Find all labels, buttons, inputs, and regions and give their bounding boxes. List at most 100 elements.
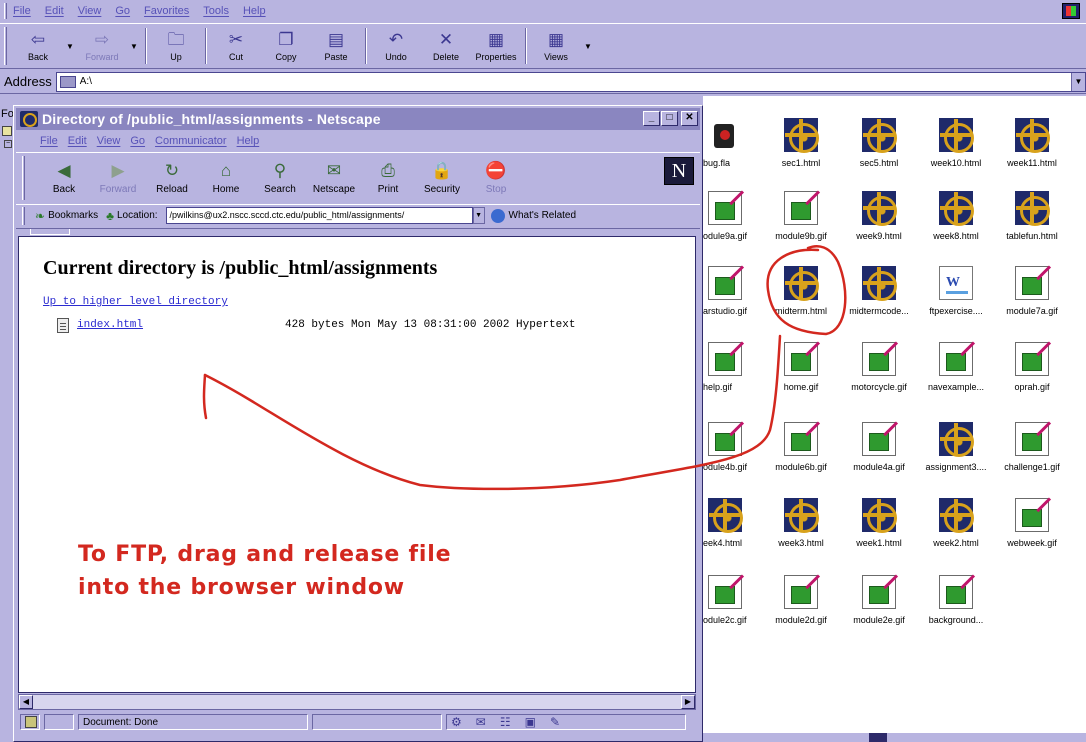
scroll-right-icon[interactable]: ▶ [681, 695, 695, 709]
explorer-menu-help[interactable]: Help [243, 5, 266, 17]
back-button[interactable]: ⇦ Back [13, 25, 63, 67]
netscape-menu-view[interactable]: View [97, 135, 121, 147]
file-item[interactable]: help.gif [703, 334, 761, 404]
chevron-down-icon[interactable]: ▼ [472, 207, 485, 224]
address-input[interactable]: A:\ ▼ [55, 71, 1086, 92]
ns-home-button[interactable]: ⌂ Home [199, 156, 253, 200]
file-item[interactable]: home.gif [765, 334, 837, 404]
explorer-menu-go[interactable]: Go [115, 5, 130, 17]
desktop-icon[interactable] [2, 126, 12, 136]
file-link[interactable]: index.html [77, 319, 285, 331]
file-item[interactable]: oprah.gif [996, 334, 1068, 404]
explorer-menu-tools[interactable]: Tools [203, 5, 229, 17]
file-item[interactable]: webweek.gif [996, 490, 1068, 560]
explorer-menu-view[interactable]: View [78, 5, 102, 17]
paste-button[interactable]: ▤ Paste [311, 25, 361, 67]
toolbar-grip[interactable] [22, 206, 25, 225]
views-button[interactable]: ▦ Views [531, 25, 581, 67]
explorer-menu-edit[interactable]: Edit [45, 5, 64, 17]
ns-security-button[interactable]: 🔒 Security [415, 156, 469, 200]
delete-button[interactable]: ✕ Delete [421, 25, 471, 67]
minimize-button[interactable]: _ [643, 111, 660, 126]
file-item[interactable]: tablefun.html [996, 183, 1068, 253]
file-item[interactable]: midtermcode... [843, 258, 915, 328]
scroll-left-icon[interactable]: ◀ [19, 695, 33, 709]
netscape-menu-communicator[interactable]: Communicator [155, 135, 227, 147]
file-item[interactable]: midterm.html [765, 258, 837, 328]
file-item[interactable]: sec1.html [765, 110, 837, 180]
file-item[interactable]: week9.html [843, 183, 915, 253]
ns-search-button[interactable]: ⚲ Search [253, 156, 307, 200]
ns-netscape-button[interactable]: ✉ Netscape [307, 156, 361, 200]
chevron-down-icon[interactable]: ▼ [1071, 72, 1085, 91]
ns-forward-button[interactable]: ▶ Forward [91, 156, 145, 200]
file-item[interactable]: week1.html [843, 490, 915, 560]
file-item[interactable]: sec5.html [843, 110, 915, 180]
copy-button[interactable]: ❐ Copy [261, 25, 311, 67]
file-item[interactable]: module7a.gif [996, 258, 1068, 328]
undo-button[interactable]: ↶ Undo [371, 25, 421, 67]
file-item[interactable]: eek4.html [703, 490, 761, 560]
netscape-menu-help[interactable]: Help [237, 135, 260, 147]
composer-icon[interactable]: ✎ [550, 715, 560, 729]
menubar-grip[interactable] [4, 3, 7, 19]
file-item[interactable]: module2e.gif [843, 567, 915, 637]
horizontal-scrollbar[interactable]: ◀ ▶ [18, 694, 696, 710]
close-button[interactable]: ✕ [681, 111, 698, 126]
file-item[interactable]: navexample... [920, 334, 992, 404]
toolbar-grip[interactable] [4, 27, 7, 65]
file-item[interactable]: background... [920, 567, 992, 637]
netscape-menu-edit[interactable]: Edit [68, 135, 87, 147]
explorer-menu-file[interactable]: File [13, 5, 31, 17]
file-item[interactable]: module4a.gif [843, 414, 915, 484]
file-item[interactable]: bug.fla [703, 110, 761, 180]
ns-stop-button[interactable]: ⛔ Stop [469, 156, 523, 200]
ns-reload-button[interactable]: ↻ Reload [145, 156, 199, 200]
location-input[interactable]: /pwilkins@ux2.nscc.sccd.ctc.edu/public_h… [165, 207, 473, 224]
up-button[interactable]: 🗀 Up [151, 25, 201, 67]
netscape-menu-file[interactable]: File [40, 135, 58, 147]
netscape-logo[interactable]: N [664, 157, 694, 185]
ns-print-button[interactable]: ⎙ Print [361, 156, 415, 200]
ns-back-button[interactable]: ◀ Back [37, 156, 91, 200]
netscape-titlebar[interactable]: Directory of /public_html/assignments - … [16, 108, 700, 130]
file-item[interactable]: ftpexercise.... [920, 258, 992, 328]
file-item[interactable]: module6b.gif [765, 414, 837, 484]
file-item[interactable]: week8.html [920, 183, 992, 253]
up-directory-link[interactable]: Up to higher level directory [43, 296, 228, 308]
security-status-icon[interactable] [20, 714, 40, 730]
chevron-down-icon[interactable]: ▼ [127, 42, 141, 51]
bookmarks-icon[interactable]: ❧ [35, 209, 45, 223]
file-item[interactable]: module9b.gif [765, 183, 837, 253]
whats-related-icon[interactable] [490, 208, 505, 223]
maximize-button[interactable]: □ [661, 111, 678, 126]
file-item[interactable]: odule4b.gif [703, 414, 761, 484]
bookmarks-button[interactable]: Bookmarks [48, 210, 98, 221]
navigator-icon[interactable]: ⚙ [451, 715, 462, 729]
mail-icon[interactable]: ✉ [476, 715, 486, 729]
file-item[interactable]: assignment3.... [920, 414, 992, 484]
chevron-down-icon[interactable]: ▼ [581, 42, 595, 51]
file-item[interactable]: motorcycle.gif [843, 334, 915, 404]
properties-button[interactable]: ▦ Properties [471, 25, 521, 67]
file-item[interactable]: odule9a.gif [703, 183, 761, 253]
file-item[interactable]: challenge1.gif [996, 414, 1068, 484]
address-book-icon[interactable]: ▣ [525, 715, 536, 729]
explorer-menu-favorites[interactable]: Favorites [144, 5, 189, 17]
newsgroups-icon[interactable]: ☷ [500, 715, 511, 729]
file-item[interactable]: week11.html [996, 110, 1068, 180]
netscape-menu-go[interactable]: Go [130, 135, 145, 147]
chevron-down-icon[interactable]: ▼ [63, 42, 77, 51]
file-item[interactable]: odule2c.gif [703, 567, 761, 637]
tree-collapse-icon[interactable]: − [4, 140, 12, 148]
location-icon[interactable]: ♣ [106, 209, 114, 223]
toolbar-grip[interactable] [22, 155, 25, 200]
file-item[interactable]: week2.html [920, 490, 992, 560]
forward-button[interactable]: ⇨ Forward [77, 25, 127, 67]
file-item[interactable]: week3.html [765, 490, 837, 560]
cut-button[interactable]: ✂ Cut [211, 25, 261, 67]
file-item[interactable]: week10.html [920, 110, 992, 180]
whats-related-button[interactable]: What's Related [509, 210, 577, 221]
file-item[interactable]: module2d.gif [765, 567, 837, 637]
file-item[interactable]: arstudio.gif [703, 258, 761, 328]
